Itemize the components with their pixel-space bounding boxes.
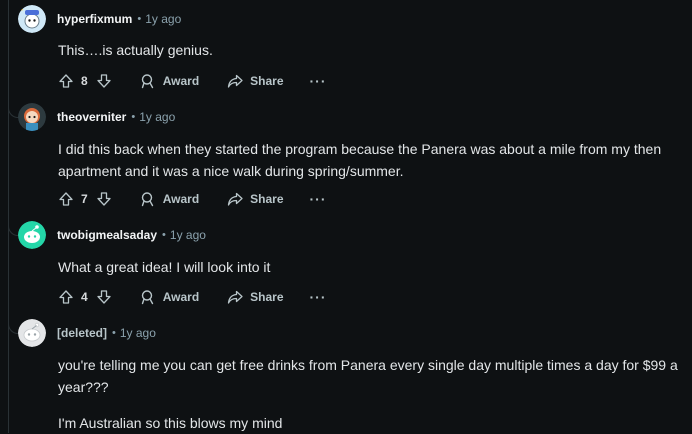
award-button[interactable]: Award xyxy=(140,73,199,89)
share-button[interactable]: Share xyxy=(227,289,284,305)
upvote-icon[interactable] xyxy=(58,73,74,89)
share-button[interactable]: Share xyxy=(227,191,284,207)
comment-body: This….is actually genius. xyxy=(58,39,692,61)
avatar[interactable] xyxy=(18,221,46,249)
separator: • xyxy=(131,111,136,123)
share-label: Share xyxy=(250,290,284,304)
award-icon xyxy=(141,192,153,207)
comment-time[interactable]: 1y ago xyxy=(139,110,175,124)
comment-paragraph: I did this back when they started the pr… xyxy=(58,141,662,179)
downvote-icon[interactable] xyxy=(96,73,112,89)
share-icon xyxy=(228,74,243,88)
comment-paragraph: you're telling me you can get free drink… xyxy=(58,357,678,395)
upvote-icon[interactable] xyxy=(58,289,74,305)
avatar[interactable] xyxy=(18,103,46,131)
snoo-avatar-icon xyxy=(18,5,46,33)
comment-author: [deleted] xyxy=(57,326,108,340)
comment-author[interactable]: twobigmealsaday xyxy=(57,228,157,242)
downvote-icon[interactable] xyxy=(96,289,112,305)
separator: • xyxy=(162,229,166,241)
vote-count: 8 xyxy=(81,74,88,88)
separator: • xyxy=(112,327,116,339)
award-button[interactable]: Award xyxy=(140,191,199,207)
comment-body: What a great idea! I will look into it xyxy=(58,256,692,278)
share-label: Share xyxy=(250,74,284,88)
award-label: Award xyxy=(162,192,200,206)
comment-time[interactable]: 1y ago xyxy=(170,228,206,242)
comment-body: you're telling me you can get free drink… xyxy=(58,354,692,434)
avatar[interactable] xyxy=(18,5,46,33)
share-icon xyxy=(228,192,243,206)
award-label: Award xyxy=(162,290,200,304)
more-options-button[interactable]: ··· xyxy=(310,290,327,304)
upvote-icon[interactable] xyxy=(58,191,74,207)
share-label: Share xyxy=(250,192,284,206)
comment-header: [deleted] • 1y ago xyxy=(18,319,156,347)
comment-header: hyperfixmum • 1y ago xyxy=(18,5,181,33)
comment-actions: 8 Award Share ··· xyxy=(58,69,327,93)
comment-time[interactable]: 1y ago xyxy=(120,326,156,340)
default-snoo-avatar-icon xyxy=(18,319,46,347)
vote-count: 7 xyxy=(81,192,88,206)
comment-actions: 7 Award Share ··· xyxy=(58,187,327,211)
award-button[interactable]: Award xyxy=(140,289,199,305)
downvote-icon[interactable] xyxy=(96,191,112,207)
comment-body: I did this back when they started the pr… xyxy=(58,138,692,182)
comment-paragraph: What a great idea! I will look into it xyxy=(58,259,271,275)
comment-paragraph: I'm Australian so this blows my mind xyxy=(58,415,283,431)
comment-actions: 4 Award Share ··· xyxy=(58,285,327,309)
comment-header: twobigmealsaday • 1y ago xyxy=(18,221,206,249)
more-options-button[interactable]: ··· xyxy=(310,74,327,88)
snoo-avatar-icon xyxy=(18,103,46,131)
vote-count: 4 xyxy=(81,290,88,304)
avatar[interactable] xyxy=(18,319,46,347)
comment-paragraph: This….is actually genius. xyxy=(58,42,213,58)
comment-author[interactable]: hyperfixmum xyxy=(57,12,132,26)
award-icon xyxy=(141,290,153,305)
snoo-avatar-icon xyxy=(18,221,46,249)
more-options-button[interactable]: ··· xyxy=(310,192,327,206)
comment-time[interactable]: 1y ago xyxy=(145,12,181,26)
comment-author[interactable]: theoverniter xyxy=(57,110,126,124)
share-button[interactable]: Share xyxy=(227,73,284,89)
share-icon xyxy=(228,290,243,304)
separator: • xyxy=(137,13,142,25)
award-label: Award xyxy=(162,74,200,88)
award-icon xyxy=(141,74,153,89)
comment-header: theoverniter • 1y ago xyxy=(18,103,175,131)
